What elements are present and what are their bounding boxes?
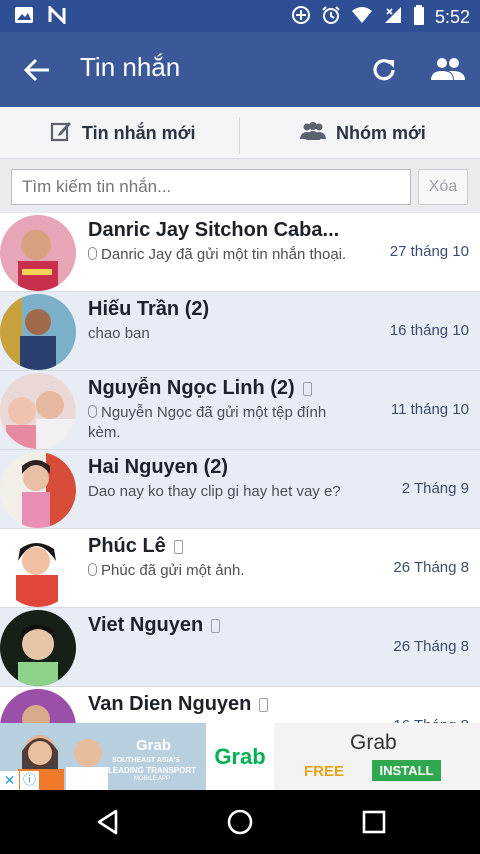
alarm-icon — [321, 5, 341, 30]
attachment-icon — [88, 563, 97, 576]
clear-search-button[interactable]: Xóa — [418, 169, 468, 205]
new-message-button[interactable]: Tin nhắn mới — [50, 107, 195, 159]
new-group-label: Nhóm mới — [336, 122, 426, 143]
info-icon[interactable]: ⓘ — [20, 771, 39, 790]
message-date: 2 Tháng 9 — [401, 480, 469, 497]
compose-icon — [50, 120, 72, 147]
battery-icon — [413, 5, 425, 30]
app-bar: Tin nhắn — [0, 32, 480, 107]
contact-name: Danric Jay Sitchon Caba... — [88, 219, 340, 241]
conversation-row[interactable]: Danric Jay Sitchon Caba... Danric Jay đã… — [0, 213, 480, 292]
avatar — [0, 531, 76, 607]
ad-banner-brand: Grab — [136, 737, 172, 754]
attachment-icon — [88, 405, 97, 418]
conversation-row[interactable]: Hai Nguyen (2) Dao nay ko thay clip gi h… — [0, 450, 480, 529]
search-bar: Xóa — [0, 159, 480, 213]
new-group-button[interactable]: Nhóm mới — [300, 107, 426, 159]
image-icon — [14, 6, 34, 29]
search-input[interactable] — [11, 169, 411, 205]
avatar — [0, 215, 76, 291]
message-snippet: chao ban — [88, 325, 150, 342]
ad-banner[interactable]: Grab SOUTHEAST ASIA'S LEADING TRANSPORT … — [0, 723, 480, 790]
ad-free-label: FREE — [304, 763, 345, 780]
new-message-label: Tin nhắn mới — [82, 122, 196, 143]
system-nav-bar — [0, 790, 480, 854]
ad-banner-line-1: SOUTHEAST ASIA'S — [112, 757, 180, 764]
arrow-left-icon[interactable] — [22, 56, 52, 84]
message-snippet: Phúc đã gửi một ảnh. — [88, 561, 358, 581]
conversation-row[interactable]: Phúc Lê Phúc đã gửi một ảnh. 26 Tháng 8 — [0, 529, 480, 608]
signal-icon — [383, 6, 403, 29]
mobile-icon — [211, 618, 221, 633]
mobile-icon — [173, 539, 183, 554]
contact-name: Nguyễn Ngọc Linh (2) — [88, 377, 312, 400]
status-bar: 5:52 — [0, 0, 480, 32]
data-saver-icon — [291, 5, 311, 30]
grab-logo: Grab — [206, 723, 274, 790]
refresh-icon[interactable] — [368, 54, 400, 86]
n-app-icon — [48, 4, 66, 29]
avatar — [0, 373, 76, 449]
ad-install-button[interactable]: INSTALL — [372, 760, 441, 781]
back-triangle-icon[interactable] — [94, 808, 122, 836]
conversation-row[interactable]: Hiếu Trần (2) chao ban 16 tháng 10 — [0, 292, 480, 371]
message-snippet: Dao nay ko thay clip gi hay het vay e? — [88, 483, 341, 500]
people-icon[interactable] — [430, 54, 466, 86]
mobile-icon — [259, 697, 269, 712]
attachment-icon — [88, 247, 97, 260]
ad-banner-line-3: MOBILE APP — [134, 776, 171, 782]
contact-name: Hiếu Trần (2) — [88, 298, 210, 320]
page-title: Tin nhắn — [80, 52, 181, 82]
avatar — [0, 452, 76, 528]
action-bar: Tin nhắn mới Nhóm mới — [0, 107, 480, 159]
message-snippet: Nguyễn Ngọc đã gửi một tệp đính kèm. — [88, 404, 327, 441]
conversation-row[interactable]: Nguyễn Ngọc Linh (2) Nguyễn Ngọc đã gửi … — [0, 371, 480, 450]
wifi-icon — [351, 6, 373, 29]
recents-square-icon[interactable] — [360, 808, 388, 836]
close-icon[interactable]: ✕ — [0, 771, 19, 790]
avatar — [0, 610, 76, 686]
message-date: 16 tháng 10 — [389, 322, 469, 339]
conversation-list: Danric Jay Sitchon Caba... Danric Jay đã… — [0, 213, 480, 766]
messenger-screen: 5:52 Tin nhắn Tin nhắn mới Nhóm mới Tìm … — [0, 0, 480, 854]
avatar — [0, 294, 76, 370]
contact-name: Phúc Lê — [88, 535, 183, 558]
clock-time: 5:52 — [434, 7, 470, 27]
divider — [239, 117, 240, 153]
message-date: 26 Tháng 8 — [393, 559, 469, 576]
contact-name: Viet Nguyen — [88, 614, 221, 637]
ad-banner-line-2: LEADING TRANSPORT — [108, 766, 196, 775]
ad-title: Grab — [350, 731, 397, 754]
conversation-row[interactable]: Viet Nguyen 26 Tháng 8 — [0, 608, 480, 687]
home-circle-icon[interactable] — [226, 808, 254, 836]
message-date: 27 tháng 10 — [389, 243, 469, 260]
message-snippet: Danric Jay đã gửi một tin nhắn thoại. — [88, 245, 358, 265]
group-icon — [300, 121, 326, 146]
contact-name: Van Dien Nguyen — [88, 693, 269, 716]
message-date: 11 tháng 10 — [390, 401, 469, 418]
contact-name: Hai Nguyen (2) — [88, 456, 229, 478]
mobile-icon — [302, 381, 312, 396]
message-date: 26 Tháng 8 — [393, 638, 469, 655]
